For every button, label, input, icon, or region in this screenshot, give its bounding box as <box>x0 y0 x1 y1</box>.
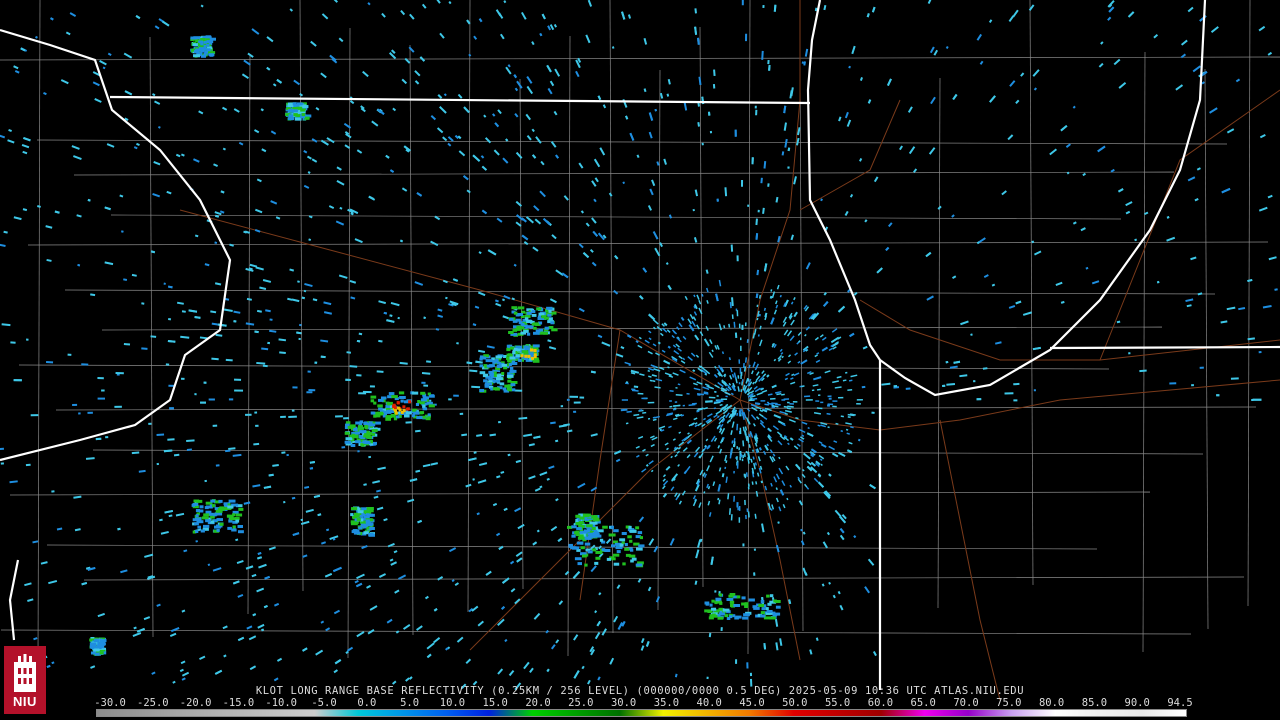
colorbar-label: 5.0 <box>400 697 420 709</box>
colorbar-label: 20.0 <box>525 697 551 709</box>
colorbar-label: 60.0 <box>867 697 894 709</box>
colorbar-label: -25.0 <box>136 697 169 709</box>
colorbar-label: -5.0 <box>311 697 337 709</box>
niu-logo: NIU <box>4 646 46 714</box>
colorbar-label: 25.0 <box>568 697 594 709</box>
colorbar-label: 70.0 <box>953 697 979 709</box>
radar-map <box>0 0 1280 720</box>
colorbar-label: -30.0 <box>94 697 126 709</box>
product-caption: KLOT LONG RANGE BASE REFLECTIVITY (0.25K… <box>255 685 1025 697</box>
colorbar-label: 85.0 <box>1081 697 1108 709</box>
colorbar-label: 10.0 <box>439 697 466 709</box>
reflectivity-colorbar <box>96 709 1187 717</box>
tower-icon <box>14 654 36 692</box>
in-mi-border <box>1049 345 1280 350</box>
colorbar-labels: -30.0 -25.0 -20.0 -15.0 -10.0 -5.0 0.0 5.0 10.0 1… <box>90 697 1200 709</box>
colorbar-label: -15.0 <box>222 697 255 709</box>
colorbar-label: 94.5 <box>1167 697 1193 709</box>
colorbar-label: 30.0 <box>610 697 637 709</box>
colorbar-label: -20.0 <box>179 697 212 709</box>
colorbar-label: 65.0 <box>910 697 936 709</box>
colorbar-label: 90.0 <box>1124 697 1150 709</box>
colorbar-label: 75.0 <box>996 697 1022 709</box>
colorbar-label: 15.0 <box>482 697 508 709</box>
colorbar-label: 40.0 <box>696 697 722 709</box>
colorbar-label: 35.0 <box>653 697 680 709</box>
colorbar-label: -10.0 <box>265 697 297 709</box>
logo-text: NIU <box>13 694 37 709</box>
colorbar-label: 55.0 <box>824 697 851 709</box>
colorbar-label: 45.0 <box>739 697 765 709</box>
colorbar-label: 0.0 <box>357 697 377 709</box>
colorbar-label: 50.0 <box>782 697 808 709</box>
colorbar-label: 80.0 <box>1038 697 1065 709</box>
